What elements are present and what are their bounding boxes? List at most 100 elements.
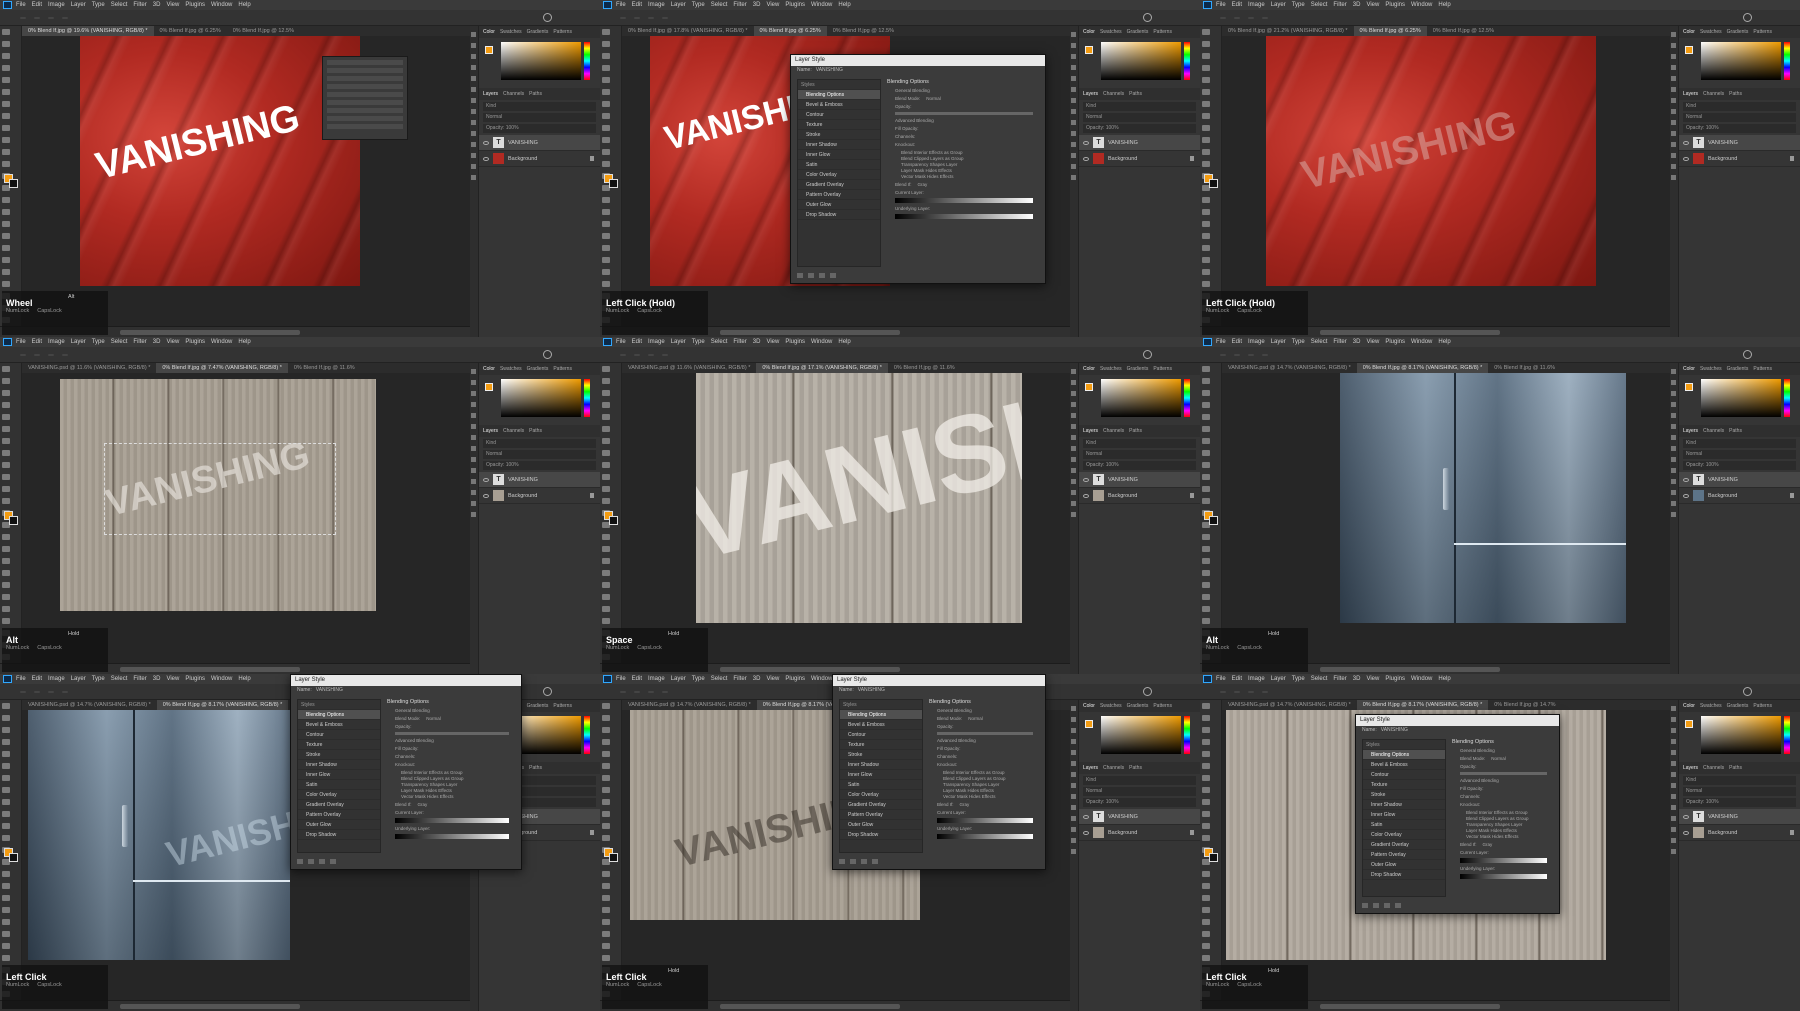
blend-checkbox[interactable]: Blend Interior Effects as Group [1466, 810, 1555, 815]
panel-shortcut-icon[interactable] [1671, 739, 1676, 744]
style-item-texture[interactable]: Texture [840, 740, 922, 750]
layer-blend-control[interactable]: Normal [1083, 450, 1196, 459]
tool-icon[interactable] [1202, 835, 1210, 841]
menu-file[interactable]: File [616, 2, 626, 8]
tool-icon[interactable] [2, 703, 10, 709]
style-item-blending-options[interactable]: Blending Options [1363, 750, 1445, 760]
layer-opacity-control[interactable]: Opacity: 100% [483, 124, 596, 133]
vanishing-text-layer[interactable]: VANISHING [1297, 102, 1521, 199]
panel-shortcut-icon[interactable] [471, 131, 476, 136]
panel-shortcut-icon[interactable] [471, 175, 476, 180]
tool-icon[interactable] [602, 281, 610, 287]
blend-checkbox[interactable]: Transparency Shapes Layer [901, 162, 1041, 167]
fx-icon[interactable] [297, 859, 303, 864]
tab-patterns[interactable]: Patterns [1753, 29, 1772, 35]
menu-plugins[interactable]: Plugins [1385, 2, 1405, 8]
tool-icon[interactable] [2, 125, 10, 131]
menu-plugins[interactable]: Plugins [1385, 339, 1405, 345]
tab-gradients[interactable]: Gradients [1727, 366, 1749, 372]
canvas-area[interactable]: VANISHING [622, 373, 1070, 663]
blend-checkbox[interactable]: Layer Mask Hides Effects [901, 168, 1041, 173]
style-item-texture[interactable]: Texture [298, 740, 380, 750]
style-item-stroke[interactable]: Stroke [840, 750, 922, 760]
menu-plugins[interactable]: Plugins [785, 676, 805, 682]
layer-row-background[interactable]: Background [1079, 488, 1200, 504]
opacity-slider[interactable] [1460, 772, 1547, 775]
tool-option-4[interactable] [662, 690, 668, 693]
tool-icon[interactable] [2, 751, 10, 757]
tool-option-2[interactable] [34, 16, 40, 19]
blend-if-select[interactable]: Gray [960, 802, 970, 807]
down-arrow-icon[interactable] [861, 859, 867, 864]
menu-edit[interactable]: Edit [1232, 339, 1242, 345]
tool-icon[interactable] [602, 582, 610, 588]
tool-icon[interactable] [2, 871, 10, 877]
tab-color[interactable]: Color [483, 366, 495, 372]
tool-icon[interactable] [1202, 366, 1210, 372]
tab-patterns[interactable]: Patterns [553, 29, 572, 35]
visibility-eye-icon[interactable] [1683, 477, 1689, 482]
character-panel-row[interactable] [327, 124, 403, 129]
panel-shortcut-icon[interactable] [1671, 468, 1676, 473]
menu-file[interactable]: File [1216, 2, 1226, 8]
opacity-slider[interactable] [937, 732, 1033, 735]
layer-kind-control[interactable]: Kind [483, 439, 596, 448]
layer-kind-control[interactable]: Kind [1683, 102, 1796, 111]
tool-icon[interactable] [2, 486, 10, 492]
tool-icon[interactable] [1202, 739, 1210, 745]
fx-icon[interactable] [797, 273, 803, 278]
tool-icon[interactable] [2, 29, 10, 35]
canvas-area[interactable]: VANISHING [1222, 36, 1670, 326]
panel-shortcut-icon[interactable] [1671, 369, 1676, 374]
style-item-blending-options[interactable]: Blending Options [298, 710, 380, 720]
tool-icon[interactable] [2, 113, 10, 119]
hue-slider[interactable] [1184, 716, 1190, 754]
foreground-swatch[interactable] [485, 46, 493, 54]
tool-icon[interactable] [1202, 414, 1210, 420]
document-tab[interactable]: 0% Blend If.jpg @ 19.6% (VANISHING, RGB/… [22, 26, 154, 36]
panel-shortcut-icon[interactable] [1671, 87, 1676, 92]
panel-shortcut-icon[interactable] [1671, 794, 1676, 799]
tool-icon[interactable] [602, 486, 610, 492]
tool-icon[interactable] [602, 558, 610, 564]
tool-icon[interactable] [1202, 606, 1210, 612]
style-item-styles[interactable]: Styles [1363, 740, 1445, 750]
tool-icon[interactable] [2, 269, 10, 275]
style-item-contour[interactable]: Contour [1363, 770, 1445, 780]
blend-checkbox[interactable]: Vector Mask Hides Effects [943, 794, 1041, 799]
blend-mode-row[interactable]: Blend Mode: Normal [937, 716, 1041, 721]
menu-filter[interactable]: Filter [133, 676, 146, 682]
tool-icon[interactable] [1202, 89, 1210, 95]
horizontal-scrollbar[interactable] [1320, 667, 1500, 672]
panel-shortcut-icon[interactable] [1071, 391, 1076, 396]
visibility-eye-icon[interactable] [1683, 830, 1689, 835]
tool-icon[interactable] [602, 727, 610, 733]
menu-type[interactable]: Type [92, 2, 105, 8]
tool-icon[interactable] [1202, 727, 1210, 733]
style-item-outer-glow[interactable]: Outer Glow [840, 820, 922, 830]
tab-swatches[interactable]: Swatches [1100, 366, 1122, 372]
panel-shortcut-icon[interactable] [1671, 391, 1676, 396]
tab-gradients[interactable]: Gradients [527, 366, 549, 372]
tool-icon[interactable] [1202, 618, 1210, 624]
saturation-field[interactable] [501, 379, 581, 417]
tool-icon[interactable] [1202, 871, 1210, 877]
tool-icon[interactable] [2, 715, 10, 721]
panel-shortcut-icon[interactable] [471, 479, 476, 484]
menu-3d[interactable]: 3D [753, 339, 761, 345]
tool-icon[interactable] [2, 594, 10, 600]
style-item-inner-glow[interactable]: Inner Glow [298, 770, 380, 780]
current-layer-slider[interactable] [1460, 858, 1547, 863]
menu-type[interactable]: Type [1292, 676, 1305, 682]
panel-shortcut-icon[interactable] [1071, 87, 1076, 92]
vanishing-text-layer[interactable]: VANISHING [162, 788, 290, 876]
tool-icon[interactable] [602, 606, 610, 612]
panel-shortcut-icon[interactable] [471, 380, 476, 385]
hue-slider[interactable] [1784, 716, 1790, 754]
tool-icon[interactable] [1202, 125, 1210, 131]
panel-shortcut-icon[interactable] [1671, 142, 1676, 147]
hue-slider[interactable] [584, 42, 590, 80]
saturation-field[interactable] [1701, 716, 1781, 754]
search-icon[interactable] [543, 350, 552, 359]
tool-icon[interactable] [2, 955, 10, 961]
